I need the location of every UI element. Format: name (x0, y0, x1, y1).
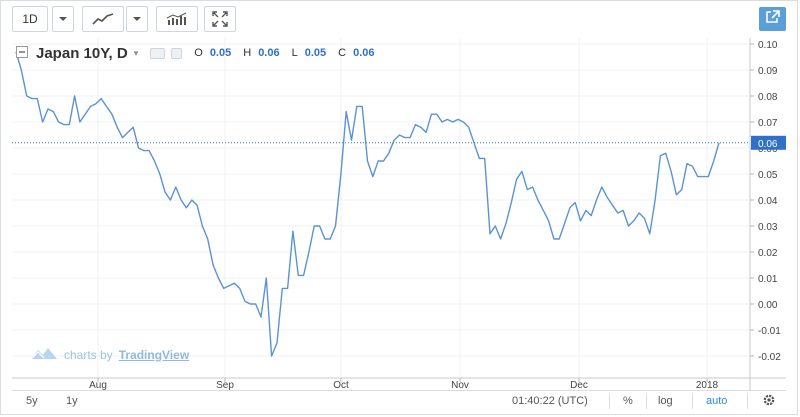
low-key: L (291, 47, 298, 59)
series-line (15, 51, 720, 357)
x-tick-label: Oct (333, 380, 349, 390)
y-tick-label: 0.07 (758, 118, 778, 129)
symbol-title: Japan 10Y, D (36, 44, 128, 62)
y-tick-label: 0.03 (758, 222, 778, 233)
low-value: 0.05 (304, 47, 327, 59)
x-tick-label: Nov (451, 380, 469, 390)
indicators-button[interactable] (156, 6, 198, 32)
bottom-bar: 5y 1y 01:40:22 (UTC) % log auto (12, 390, 786, 413)
x-tick-label: Dec (570, 380, 588, 390)
open-key: O (194, 47, 203, 59)
divider (747, 393, 748, 409)
y-tick-label: 0.00 (758, 300, 778, 311)
settings-small-icon[interactable] (171, 47, 183, 59)
eye-icon[interactable] (150, 47, 166, 59)
fullscreen-icon (212, 11, 228, 27)
tradingview-logo-icon (30, 346, 58, 363)
interval-dropdown[interactable] (52, 6, 74, 32)
range-1y-button[interactable]: 1y (66, 395, 78, 407)
y-tick-label: -0.02 (758, 352, 781, 363)
price-chart: 0.10 0.09 0.08 0.07 0.06 0.05 0.04 0.03 0.02 0.01… (12, 38, 786, 391)
indicators-icon (166, 12, 188, 26)
y-tick-label: 0.04 (758, 196, 778, 207)
divider (646, 393, 647, 409)
percent-toggle[interactable]: % (623, 395, 633, 407)
chevron-down-icon (58, 16, 68, 22)
x-tick-label: Sep (216, 380, 234, 390)
log-toggle[interactable]: log (658, 395, 673, 407)
y-tick-label: 0.09 (758, 66, 778, 77)
legend: Japan 10Y, D ▾ O 0.05 H 0.06 L 0.05 C 0.… (16, 44, 375, 62)
y-tick-label: 0.01 (758, 274, 778, 285)
auto-toggle[interactable]: auto (706, 395, 727, 407)
x-tick-label: 2018 (696, 380, 719, 390)
y-tick-label: 0.10 (758, 40, 778, 51)
utc-clock[interactable]: 01:40:22 (UTC) (512, 395, 588, 407)
chevron-down-icon (132, 16, 142, 22)
divider (692, 393, 693, 409)
x-tick-label: Aug (89, 380, 107, 390)
collapse-legend-icon[interactable] (16, 45, 28, 61)
last-price-label: 0.06 (758, 139, 778, 150)
toolbar: 1D (0, 0, 800, 38)
tradingview-watermark[interactable]: charts by TradingView (30, 346, 189, 363)
interval-button[interactable]: 1D (12, 6, 48, 32)
y-tick-label: 0.05 (758, 170, 778, 181)
chart-style-button[interactable] (82, 6, 124, 32)
high-value: 0.06 (258, 47, 280, 59)
close-key: C (338, 47, 347, 59)
interval-label: 1D (22, 12, 38, 26)
chart-area[interactable]: 0.10 0.09 0.08 0.07 0.06 0.05 0.04 0.03 0.02 0.01… (12, 38, 786, 391)
watermark-prefix: charts by (64, 347, 113, 362)
watermark-brand: TradingView (118, 347, 190, 362)
range-5y-button[interactable]: 5y (26, 395, 38, 407)
fullscreen-button[interactable] (204, 6, 236, 32)
y-tick-label: -0.01 (758, 326, 781, 337)
divider (609, 393, 610, 409)
y-tick-label: 0.02 (758, 248, 778, 259)
chart-style-dropdown[interactable] (126, 6, 148, 32)
close-value: 0.06 (353, 47, 375, 59)
share-icon (765, 10, 780, 28)
chevron-down-icon[interactable]: ▾ (134, 48, 139, 59)
y-tick-label: 0.08 (758, 92, 778, 103)
gear-icon[interactable] (762, 393, 776, 410)
high-key: H (243, 47, 252, 59)
share-button[interactable] (759, 7, 786, 31)
open-value: 0.05 (209, 47, 232, 59)
line-chart-icon (92, 13, 114, 25)
